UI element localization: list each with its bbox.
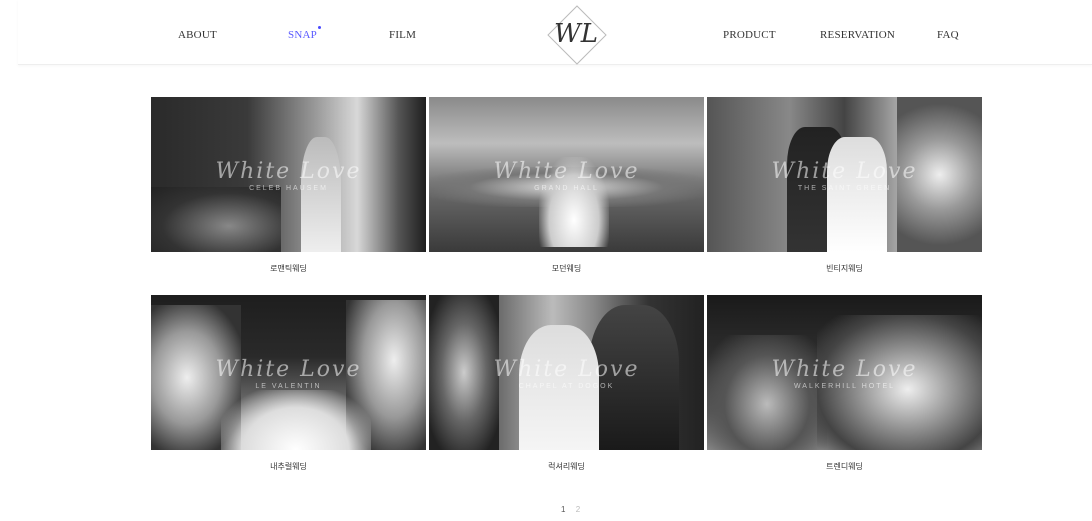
watermark-text: White Love (771, 357, 918, 382)
nav-film[interactable]: FILM (389, 29, 416, 41)
gallery-card-vintage[interactable]: White Love THE SAINT GREEN (707, 97, 982, 252)
watermark-text: White Love (493, 159, 640, 184)
watermark-text: White Love (215, 357, 362, 382)
watermark-text: White Love (493, 357, 640, 382)
gallery-card-romantic[interactable]: White Love CELEB HAUSEM (151, 97, 426, 252)
page-1-link[interactable]: 1 (561, 505, 565, 514)
gallery-caption: 럭셔리웨딩 (548, 462, 585, 471)
watermark-venue: GRAND HALL (534, 185, 599, 192)
nav-snap[interactable]: SNAP (288, 26, 321, 41)
page-2-link[interactable]: 2 (576, 505, 580, 514)
pagination: 1 2 (557, 505, 584, 514)
nav-reservation[interactable]: RESERVATION (820, 29, 895, 41)
watermark-text: White Love (771, 159, 918, 184)
active-dot-icon (317, 26, 321, 29)
gallery-caption: 내추럴웨딩 (270, 462, 307, 471)
gallery-card-trendy[interactable]: White Love WALKERHILL HOTEL (707, 295, 982, 450)
top-navigation: ABOUT SNAP FILM WL PRODUCT RESERVATION F… (18, 0, 1092, 65)
watermark-venue: THE SAINT GREEN (797, 185, 892, 192)
gallery-caption: 로맨틱웨딩 (270, 264, 307, 273)
gallery-card-luxury[interactable]: White Love CHAPEL AT DOGOK (429, 295, 704, 450)
gallery-card-natural[interactable]: White Love LE VALENTIN (151, 295, 426, 450)
gallery-caption: 트렌디웨딩 (826, 462, 863, 471)
watermark-text: White Love (215, 159, 362, 184)
nav-faq[interactable]: FAQ (937, 29, 959, 41)
nav-snap-label: SNAP (288, 29, 317, 41)
watermark-venue: WALKERHILL HOTEL (793, 383, 896, 390)
watermark-venue: LE VALENTIN (255, 383, 322, 390)
logo[interactable]: WL (550, 15, 602, 53)
watermark-venue: CHAPEL AT DOGOK (518, 383, 615, 390)
gallery-card-modern[interactable]: White Love GRAND HALL (429, 97, 704, 252)
gallery-caption: 빈티지웨딩 (826, 264, 863, 273)
watermark-venue: CELEB HAUSEM (249, 185, 328, 192)
nav-about[interactable]: ABOUT (178, 29, 217, 41)
nav-product[interactable]: PRODUCT (723, 29, 776, 41)
gallery-caption: 모던웨딩 (551, 264, 582, 273)
